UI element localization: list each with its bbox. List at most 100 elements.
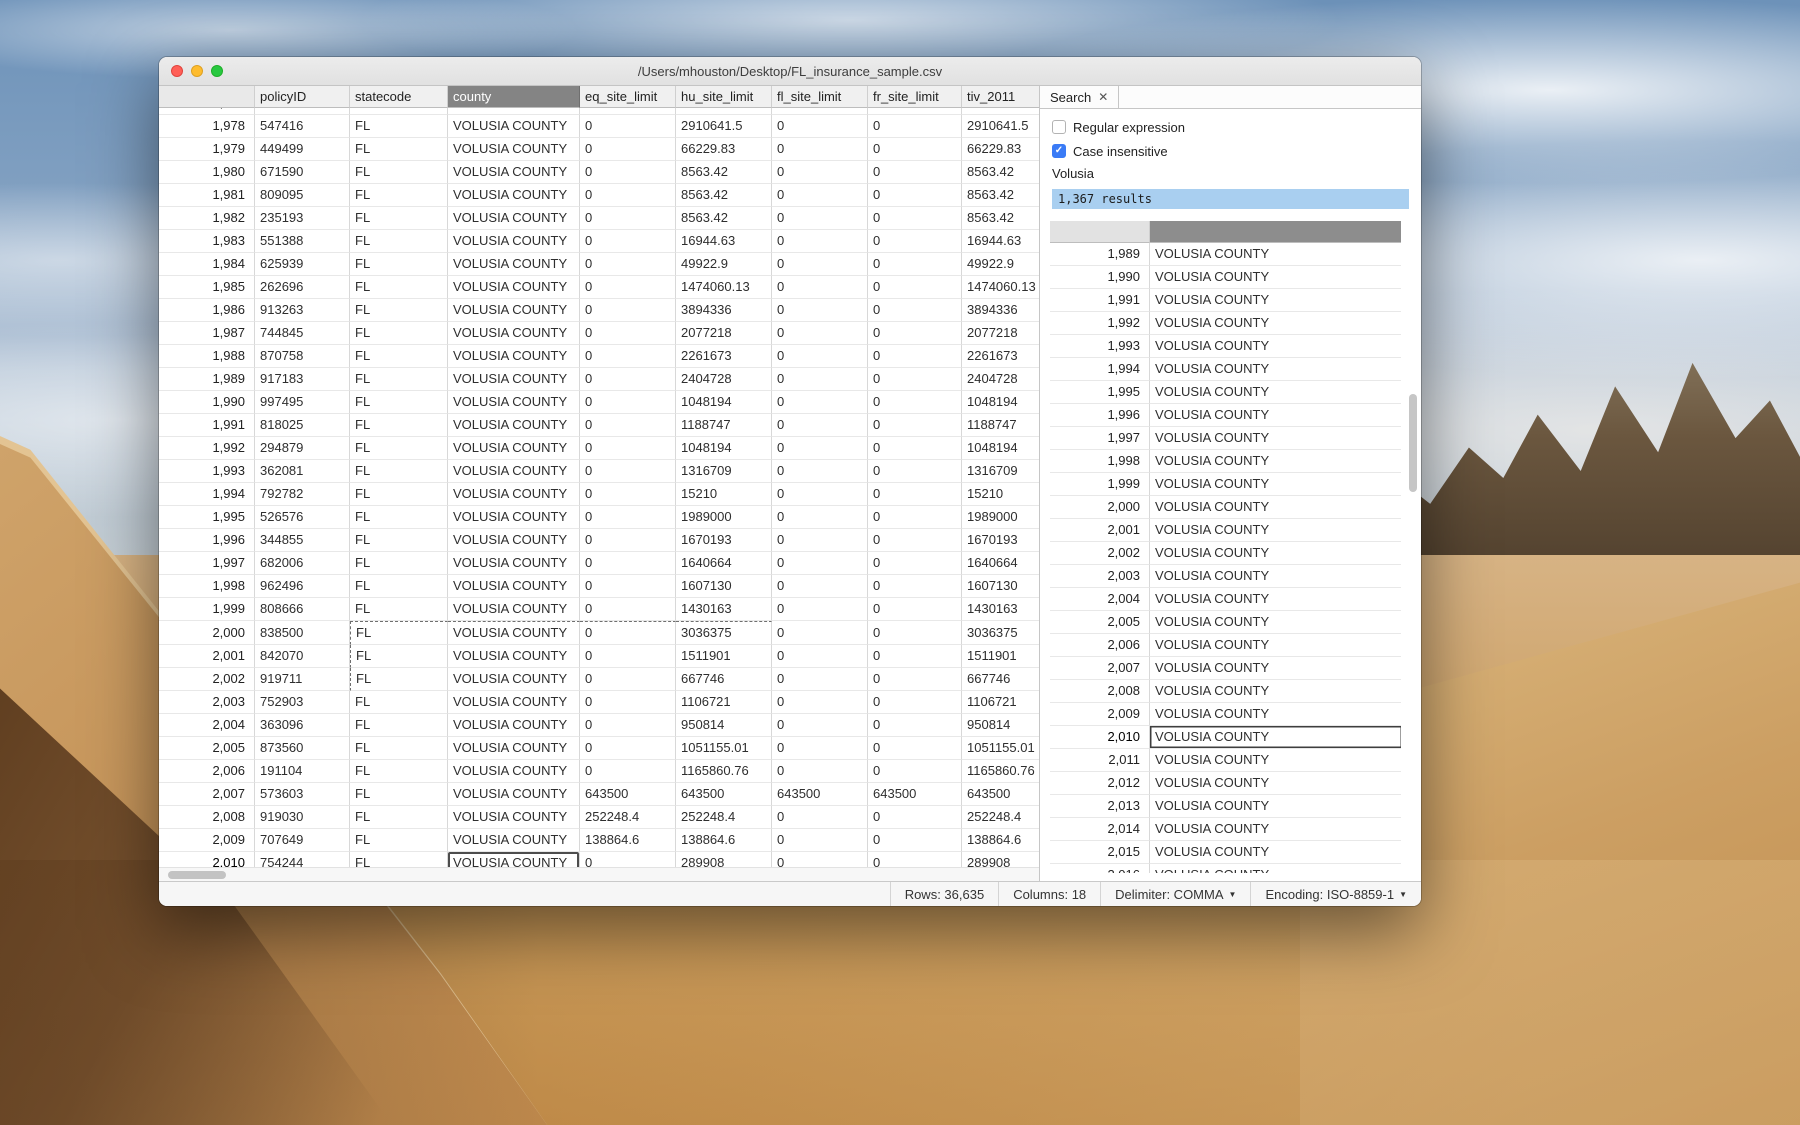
cell[interactable]: 0 (868, 598, 962, 621)
cell[interactable]: 0 (772, 276, 868, 299)
row-number[interactable]: 1,983 (159, 230, 255, 253)
row-number[interactable]: 1,981 (159, 184, 255, 207)
cell[interactable]: 1474060.13 (962, 276, 1039, 299)
cell[interactable]: 3036375 (962, 621, 1039, 645)
cell[interactable]: VOLUSIA COUNTY (1150, 841, 1401, 864)
cell[interactable]: 0 (868, 691, 962, 714)
cell[interactable]: 0 (772, 552, 868, 575)
column-header-eq_site_limit[interactable]: eq_site_limit (580, 86, 676, 108)
cell[interactable]: 0 (580, 552, 676, 575)
case-option-row[interactable]: ✓ Case insensitive (1052, 141, 1409, 161)
row-number[interactable]: 1,978 (159, 115, 255, 138)
row-number[interactable]: 1,989 (159, 368, 255, 391)
row-number[interactable]: 1,997 (1050, 427, 1150, 450)
results-row-number-header[interactable] (1050, 221, 1150, 243)
cell[interactable]: 8563.42 (676, 161, 772, 184)
cell[interactable]: VOLUSIA COUNTY (1150, 496, 1401, 519)
cell[interactable]: VOLUSIA COUNTY (1150, 404, 1401, 427)
cell[interactable]: 0 (580, 668, 676, 691)
cell[interactable]: 0 (868, 115, 962, 138)
cell[interactable]: FL (350, 115, 448, 138)
cell[interactable]: 0 (772, 108, 868, 115)
cell[interactable]: 0 (580, 621, 676, 645)
regex-option-row[interactable]: Regular expression (1052, 117, 1409, 137)
cell[interactable]: VOLUSIA COUNTY (1150, 266, 1401, 289)
cell[interactable]: 0 (868, 829, 962, 852)
cell[interactable]: VOLUSIA COUNTY (448, 391, 580, 414)
row-number[interactable]: 1,979 (159, 138, 255, 161)
row-number[interactable]: 1,991 (1050, 289, 1150, 312)
cell[interactable]: VOLUSIA COUNTY (448, 108, 580, 115)
cell[interactable]: VOLUSIA COUNTY (448, 437, 580, 460)
cell[interactable]: 252248.4 (962, 806, 1039, 829)
cell[interactable]: 16944.63 (676, 230, 772, 253)
cell[interactable] (676, 108, 772, 115)
cell[interactable]: VOLUSIA COUNTY (448, 161, 580, 184)
row-number[interactable]: 2,002 (1050, 542, 1150, 565)
cell[interactable]: 2261673 (962, 345, 1039, 368)
row-number[interactable]: 1,996 (159, 529, 255, 552)
cell[interactable]: 0 (580, 760, 676, 783)
cell[interactable]: 0 (868, 437, 962, 460)
cell[interactable]: VOLUSIA COUNTY (1150, 450, 1401, 473)
horizontal-scrollbar[interactable] (159, 867, 1039, 881)
cell[interactable]: 870758 (255, 345, 350, 368)
cell[interactable]: VOLUSIA COUNTY (448, 506, 580, 529)
cell[interactable]: FL (350, 806, 448, 829)
cell[interactable]: 49922.9 (962, 253, 1039, 276)
cell[interactable]: 0 (772, 714, 868, 737)
cell[interactable]: VOLUSIA COUNTY (1150, 358, 1401, 381)
cell[interactable]: 0 (772, 253, 868, 276)
cell[interactable]: VOLUSIA COUNTY (448, 322, 580, 345)
cell[interactable]: FL (350, 714, 448, 737)
cell[interactable]: 3894336 (676, 299, 772, 322)
search-query-input[interactable]: Volusia (1052, 165, 1409, 183)
cell[interactable]: 0 (868, 737, 962, 760)
row-number[interactable]: 1,984 (159, 253, 255, 276)
cell[interactable]: VOLUSIA COUNTY (448, 645, 580, 668)
cell[interactable]: 0 (580, 645, 676, 668)
cell[interactable]: FL (350, 737, 448, 760)
cell[interactable]: FL (350, 483, 448, 506)
row-number[interactable]: 2,008 (159, 806, 255, 829)
row-number[interactable]: 2,001 (1050, 519, 1150, 542)
row-number[interactable]: 2,004 (159, 714, 255, 737)
cell[interactable]: 0 (772, 115, 868, 138)
row-number[interactable]: 1,995 (159, 506, 255, 529)
cell[interactable]: 950814 (676, 714, 772, 737)
row-number[interactable]: 1,991 (159, 414, 255, 437)
row-number[interactable]: 1,994 (159, 483, 255, 506)
cell[interactable]: 262696 (255, 276, 350, 299)
cell[interactable]: VOLUSIA COUNTY (1150, 381, 1401, 404)
cell[interactable]: VOLUSIA COUNTY (448, 760, 580, 783)
cell[interactable]: 962496 (255, 575, 350, 598)
cell[interactable]: 0 (868, 368, 962, 391)
cell[interactable]: 1165860.76 (676, 760, 772, 783)
cell[interactable]: 2404728 (676, 368, 772, 391)
cell[interactable]: 792782 (255, 483, 350, 506)
cell[interactable]: 1430163 (962, 598, 1039, 621)
row-number[interactable]: 2,006 (159, 760, 255, 783)
cell[interactable]: 0 (772, 506, 868, 529)
cell[interactable]: 919711 (255, 668, 350, 691)
cell[interactable]: VOLUSIA COUNTY (1150, 542, 1401, 565)
cell[interactable]: 0 (580, 368, 676, 391)
column-header-tiv_2011[interactable]: tiv_2011 (962, 86, 1039, 108)
cell[interactable]: 0 (868, 207, 962, 230)
cell[interactable]: 0 (868, 322, 962, 345)
row-number[interactable]: 2,003 (159, 691, 255, 714)
cell[interactable]: 0 (580, 483, 676, 506)
column-header-county[interactable]: county (448, 86, 580, 108)
search-vertical-scrollbar-thumb[interactable] (1409, 394, 1417, 492)
cell[interactable]: FL (350, 575, 448, 598)
cell[interactable]: 919030 (255, 806, 350, 829)
cell[interactable]: 997495 (255, 391, 350, 414)
cell[interactable]: 0 (580, 414, 676, 437)
cell[interactable]: 671590 (255, 161, 350, 184)
row-number[interactable]: 1,988 (159, 345, 255, 368)
cell[interactable]: FL (350, 460, 448, 483)
row-number[interactable]: 2,012 (1050, 772, 1150, 795)
cell[interactable]: 1048194 (676, 391, 772, 414)
cell[interactable]: 0 (868, 806, 962, 829)
cell[interactable]: 838500 (255, 621, 350, 645)
